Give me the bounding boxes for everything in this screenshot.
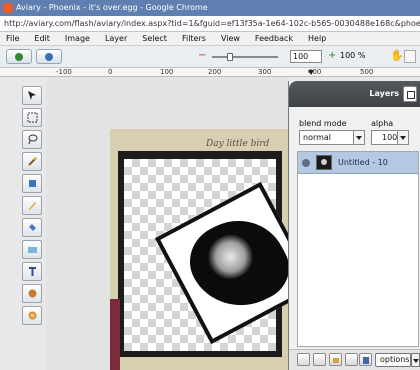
lasso-tool-icon — [28, 134, 38, 145]
history-button[interactable] — [36, 49, 62, 64]
panel-collapse-icon[interactable] — [403, 86, 417, 102]
gradient-tool[interactable] — [22, 240, 42, 259]
image-border — [118, 151, 288, 357]
chevron-down-icon[interactable] — [397, 131, 408, 144]
ruler-label: 500 — [360, 68, 374, 76]
main-toolbar: − 100 + 100 % ✋ — [0, 46, 420, 68]
menu-view[interactable]: View — [221, 34, 240, 43]
layers-panel: Layers blend mode alpha normal 100 Untit… — [288, 81, 420, 370]
toolbar-extra-button[interactable] — [404, 50, 416, 63]
magic-wand-tool[interactable] — [22, 152, 42, 171]
trash-icon[interactable] — [359, 353, 372, 366]
eye-icon[interactable] — [302, 159, 310, 167]
menu-file[interactable]: File — [6, 34, 19, 43]
menu-feedback[interactable]: Feedback — [255, 34, 293, 43]
new-layer-button[interactable] — [297, 353, 310, 366]
layer-thumbnail — [316, 155, 332, 170]
history-icon — [45, 53, 53, 61]
lock-icon[interactable] — [329, 353, 342, 366]
fill-tool[interactable] — [22, 218, 42, 237]
alpha-select[interactable]: 100 — [371, 130, 409, 145]
text-tool-icon — [29, 267, 36, 276]
layers-title: Layers — [369, 89, 399, 98]
image-frame: Day little bird — [110, 129, 288, 370]
merge-layer-button[interactable] — [345, 353, 358, 366]
aviary-app-icon — [3, 3, 13, 13]
ruler-label: 300 — [258, 68, 272, 76]
menu-bar: File Edit Image Layer Select Filters Vie… — [0, 32, 420, 46]
menu-filters[interactable]: Filters — [182, 34, 206, 43]
hand-icon[interactable]: ✋ — [390, 50, 404, 62]
alpha-value: 100 — [382, 133, 398, 142]
tool-palette — [20, 86, 44, 346]
zoom-out-icon[interactable]: − — [198, 51, 206, 61]
lasso-tool[interactable] — [22, 130, 42, 149]
move-tool-icon — [28, 91, 36, 100]
ruler-corner — [0, 68, 20, 77]
address-bar[interactable]: http://aviary.com/flash/aviary/index.asp… — [0, 16, 420, 32]
canvas-area[interactable]: Day little bird — [46, 77, 288, 370]
redo-button[interactable] — [6, 49, 32, 64]
layers-list: Untitled - 10 — [297, 151, 419, 347]
menu-layer[interactable]: Layer — [105, 34, 127, 43]
menu-help[interactable]: Help — [308, 34, 326, 43]
zoom-input[interactable]: 100 — [290, 50, 322, 63]
blend-mode-label: blend mode — [299, 119, 347, 128]
move-tool[interactable] — [22, 86, 42, 105]
pencil-tool[interactable] — [22, 196, 42, 215]
zoom-label: 100 % — [340, 51, 366, 60]
horizontal-ruler: -100 0 100 200 300 400 500 — [20, 68, 420, 77]
color-picker-icon — [28, 289, 37, 298]
fill-bucket-icon — [29, 224, 36, 231]
menu-edit[interactable]: Edit — [34, 34, 50, 43]
ruler-label: 100 — [160, 68, 174, 76]
zoom-slider[interactable] — [212, 53, 278, 61]
gradient-tool-icon — [28, 247, 37, 253]
crop-tool-icon — [29, 180, 36, 187]
blend-mode-value: normal — [303, 133, 332, 142]
frame-handwriting: Day little bird — [206, 139, 270, 149]
blend-mode-select[interactable]: normal — [299, 130, 365, 145]
options-chevron-icon[interactable] — [411, 353, 420, 367]
rotated-layer-image[interactable] — [154, 181, 288, 345]
crop-tool[interactable] — [22, 174, 42, 193]
marquee-tool[interactable] — [22, 108, 42, 127]
magic-wand-icon — [28, 157, 37, 166]
ruler-label: 0 — [108, 68, 113, 76]
layer-row[interactable]: Untitled - 10 — [298, 152, 418, 174]
layers-footer: options — [289, 349, 420, 370]
chevron-down-icon[interactable] — [353, 131, 364, 144]
zoom-slider-knob[interactable] — [227, 53, 233, 61]
layers-header: Layers — [289, 81, 420, 107]
address-url[interactable]: http://aviary.com/flash/aviary/index.asp… — [4, 19, 420, 28]
alpha-label: alpha — [371, 119, 394, 128]
color-picker-tool[interactable] — [22, 284, 42, 303]
layer-name: Untitled - 10 — [338, 158, 388, 167]
marquee-tool-icon — [27, 112, 38, 123]
redo-icon — [15, 53, 23, 61]
duplicate-layer-button[interactable] — [313, 353, 326, 366]
photo-edge-detail — [110, 299, 120, 370]
menu-image[interactable]: Image — [65, 34, 90, 43]
ruler-label: -100 — [56, 68, 72, 76]
ruler-position-marker — [308, 70, 314, 75]
window-title: Aviary - Phoenix - it's over.egg - Googl… — [16, 3, 208, 12]
zoom-in-icon[interactable]: + — [328, 51, 336, 61]
text-tool[interactable] — [22, 262, 42, 281]
window-titlebar: Aviary - Phoenix - it's over.egg - Googl… — [0, 0, 420, 16]
smudge-tool-icon — [28, 311, 37, 320]
pencil-tool-icon — [29, 202, 36, 210]
transparent-canvas[interactable] — [124, 159, 288, 351]
menu-select[interactable]: Select — [142, 34, 167, 43]
smudge-tool[interactable] — [22, 306, 42, 325]
options-button[interactable]: options — [375, 353, 411, 367]
ruler-label: 200 — [208, 68, 222, 76]
